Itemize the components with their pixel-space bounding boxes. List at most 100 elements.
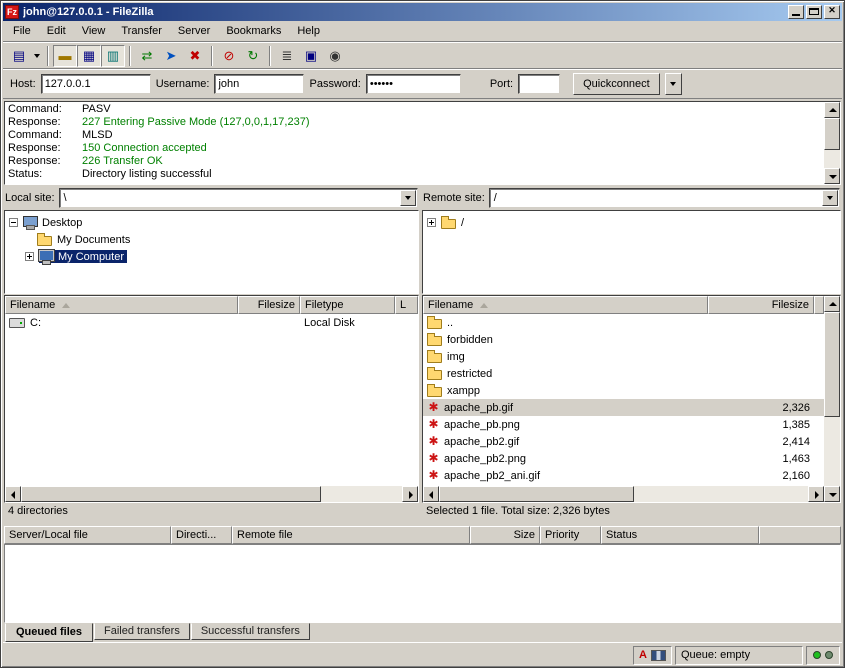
column-header-server-local-file[interactable]: Server/Local file — [4, 526, 171, 544]
combo-dropdown-button[interactable] — [400, 190, 416, 206]
menu-bookmarks[interactable]: Bookmarks — [218, 23, 289, 39]
tree-item-root[interactable]: / — [425, 214, 838, 231]
local-status-text: 4 directories — [4, 503, 419, 520]
titlebar[interactable]: Fz john@127.0.0.1 - FileZilla — [3, 3, 842, 21]
queue-list-body[interactable] — [4, 544, 841, 623]
tab-failed-transfers[interactable]: Failed transfers — [94, 623, 190, 640]
host-input[interactable] — [41, 74, 151, 94]
cancel-operation-button[interactable]: ✖ — [183, 45, 207, 67]
site-manager-dropdown-button[interactable] — [31, 45, 43, 67]
menu-view[interactable]: View — [74, 23, 114, 39]
binary-transfer-type-icon — [651, 650, 666, 661]
column-header-filename[interactable]: Filename — [5, 296, 238, 314]
scrollbar-track[interactable] — [439, 486, 808, 502]
file-panes: Local site: \ Desktop My Documents — [4, 188, 841, 520]
scrollbar-thumb[interactable] — [824, 118, 840, 150]
scroll-up-icon[interactable] — [824, 102, 840, 118]
column-header-priority[interactable]: Priority — [540, 526, 601, 544]
username-input[interactable] — [214, 74, 304, 94]
scrollbar-track[interactable] — [824, 312, 840, 486]
close-button[interactable] — [824, 5, 840, 19]
toggle-tree-views-button[interactable]: ▦ — [77, 45, 101, 67]
local-file-row[interactable]: C: Local Disk — [5, 314, 418, 331]
column-header-size[interactable]: Size — [470, 526, 540, 544]
column-header-lastmodified[interactable]: L — [395, 296, 418, 314]
scroll-right-icon[interactable] — [402, 486, 418, 502]
remote-file-row-selected[interactable]: apache_pb.gif 2,326 — [423, 399, 824, 416]
expand-icon[interactable] — [25, 252, 34, 261]
refresh-button[interactable]: ⇄ — [135, 45, 159, 67]
filter-button[interactable]: ≣ — [275, 45, 299, 67]
find-files-button[interactable]: ◉ — [323, 45, 347, 67]
scrollbar-track[interactable] — [21, 486, 402, 502]
sort-ascending-icon — [480, 303, 488, 308]
queue-tabs: Queued files Failed transfers Successful… — [3, 623, 842, 642]
remote-file-row[interactable]: apache_pb.png 1,385 — [423, 416, 824, 433]
menu-transfer[interactable]: Transfer — [113, 23, 170, 39]
scrollbar-thumb[interactable] — [439, 486, 634, 502]
password-input[interactable] — [366, 74, 461, 94]
password-label: Password: — [309, 78, 360, 90]
toolbar: ▤ ▬ ▦ ▥ ⇄ ➤ ✖ ⊘ ↻ ≣ ▣ ◉ — [3, 42, 842, 69]
file-name-cell: restricted — [423, 367, 708, 380]
remote-file-row[interactable]: img — [423, 348, 824, 365]
toggle-transfer-queue-button[interactable]: ▥ — [101, 45, 125, 67]
remote-file-row[interactable]: xampp — [423, 382, 824, 399]
log-prefix: Command: — [8, 129, 82, 142]
remote-file-row[interactable]: apache_pb2.gif 2,414 — [423, 433, 824, 450]
expand-icon[interactable] — [427, 218, 436, 227]
remote-vertical-scrollbar[interactable] — [824, 296, 840, 502]
file-size-cell: 2,160 — [708, 470, 814, 482]
combo-dropdown-button[interactable] — [822, 190, 838, 206]
port-input[interactable] — [518, 74, 560, 94]
tab-successful-transfers[interactable]: Successful transfers — [191, 623, 310, 640]
remote-list-body: .. forbidden img restricted — [423, 314, 824, 486]
column-header-direction[interactable]: Directi... — [171, 526, 232, 544]
collapse-icon[interactable] — [9, 218, 18, 227]
scroll-up-icon[interactable] — [824, 296, 840, 312]
disconnect-button[interactable]: ⊘ — [217, 45, 241, 67]
tree-item-desktop[interactable]: Desktop — [7, 214, 416, 231]
menu-file[interactable]: File — [5, 23, 39, 39]
remote-file-row[interactable]: .. — [423, 314, 824, 331]
scrollbar-thumb[interactable] — [21, 486, 321, 502]
scrollbar-track[interactable] — [824, 118, 840, 168]
log-vertical-scrollbar[interactable] — [824, 102, 840, 184]
scroll-down-icon[interactable] — [824, 168, 840, 184]
scroll-left-icon[interactable] — [5, 486, 21, 502]
site-manager-button[interactable]: ▤ — [7, 45, 31, 67]
remote-file-row[interactable]: apache_pb2.png 1,463 — [423, 450, 824, 467]
quickconnect-dropdown-button[interactable] — [665, 73, 682, 95]
scroll-left-icon[interactable] — [423, 486, 439, 502]
minimize-button[interactable] — [788, 5, 804, 19]
menu-edit[interactable]: Edit — [39, 23, 74, 39]
tree-item-my-documents[interactable]: My Documents — [7, 231, 416, 248]
column-header-remote-file[interactable]: Remote file — [232, 526, 470, 544]
local-site-combobox[interactable]: \ — [59, 188, 418, 208]
column-header-filesize[interactable]: Filesize — [708, 296, 814, 314]
scroll-right-icon[interactable] — [808, 486, 824, 502]
process-queue-button[interactable]: ➤ — [159, 45, 183, 67]
column-header-filetype[interactable]: Filetype — [300, 296, 395, 314]
reconnect-button[interactable]: ↻ — [241, 45, 265, 67]
column-header-filesize[interactable]: Filesize — [238, 296, 300, 314]
scroll-down-icon[interactable] — [824, 486, 840, 502]
menu-server[interactable]: Server — [170, 23, 218, 39]
maximize-button[interactable] — [806, 5, 822, 19]
column-header-status[interactable]: Status — [601, 526, 759, 544]
remote-file-row[interactable]: restricted — [423, 365, 824, 382]
quickconnect-button[interactable]: Quickconnect — [573, 73, 660, 95]
local-horizontal-scrollbar[interactable] — [5, 486, 418, 502]
remote-file-row[interactable]: forbidden — [423, 331, 824, 348]
remote-file-row[interactable]: apache_pb2_ani.gif 2,160 — [423, 467, 824, 484]
tab-queued-files[interactable]: Queued files — [5, 623, 93, 642]
scrollbar-thumb[interactable] — [824, 312, 840, 417]
remote-site-combobox[interactable]: / — [489, 188, 840, 208]
tree-item-my-computer[interactable]: My Computer — [7, 248, 416, 265]
local-file-list: Filename Filesize Filetype L C: Local Di… — [4, 295, 419, 503]
menu-help[interactable]: Help — [289, 23, 328, 39]
toggle-message-log-button[interactable]: ▬ — [53, 45, 77, 67]
column-header-filename[interactable]: Filename — [423, 296, 708, 314]
directory-comparison-button[interactable]: ▣ — [299, 45, 323, 67]
remote-horizontal-scrollbar[interactable] — [423, 486, 824, 502]
